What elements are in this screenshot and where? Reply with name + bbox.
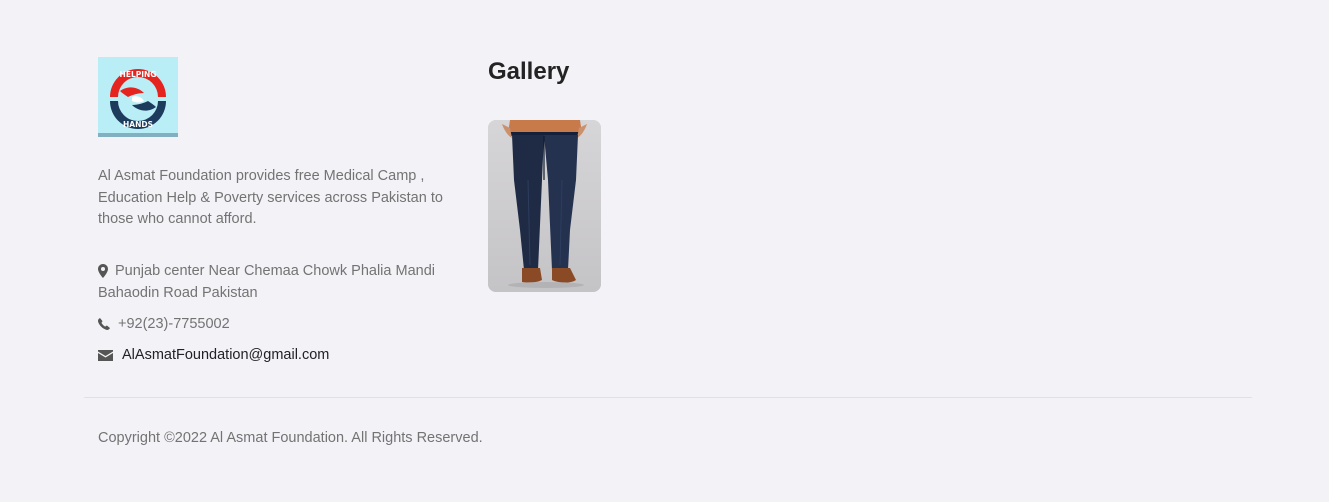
contact-phone[interactable]: +92(23)-7755002 xyxy=(98,313,230,335)
foundation-logo[interactable]: HELPING HANDS xyxy=(98,57,178,137)
gallery-title: Gallery xyxy=(488,58,570,85)
jeans-photo xyxy=(488,120,601,292)
contact-address: Punjab center Near Chemaa Chowk Phalia M… xyxy=(98,260,468,304)
envelope-icon xyxy=(98,349,118,361)
phone-icon xyxy=(98,318,114,331)
copyright-text: Copyright ©2022 Al Asmat Foundation. All… xyxy=(98,430,483,446)
phone-text: +92(23)-7755002 xyxy=(118,316,230,332)
site-footer: HELPING HANDS Al Asmat Foundation provid… xyxy=(0,0,1329,502)
contact-email[interactable]: AlAsmatFoundation@gmail.com xyxy=(98,344,329,366)
helping-hands-logo-icon: HELPING HANDS xyxy=(98,57,178,137)
gallery-image-jeans[interactable] xyxy=(488,120,601,292)
logo-text-bottom: HANDS xyxy=(123,120,153,129)
logo-text-top: HELPING xyxy=(120,70,157,79)
address-text: Punjab center Near Chemaa Chowk Phalia M… xyxy=(98,263,435,301)
email-link[interactable]: AlAsmatFoundation@gmail.com xyxy=(122,347,329,363)
footer-divider xyxy=(84,397,1252,398)
about-description: Al Asmat Foundation provides free Medica… xyxy=(98,168,443,227)
map-marker-icon xyxy=(98,264,112,279)
